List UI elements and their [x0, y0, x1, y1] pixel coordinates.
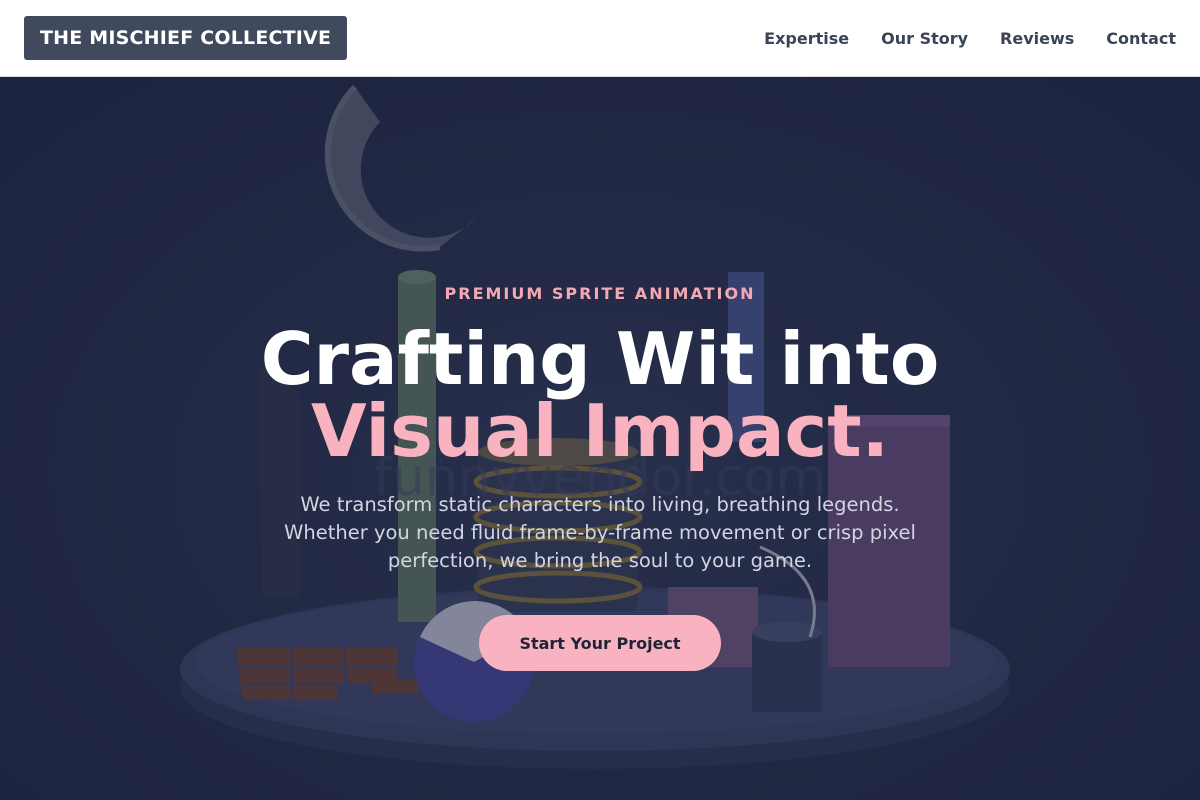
hero-section: funnyvendor.com PREMIUM SPRITE ANIMATION… — [0, 77, 1200, 800]
start-project-button[interactable]: Start Your Project — [479, 615, 721, 671]
main-nav: Expertise Our Story Reviews Contact — [764, 29, 1176, 48]
nav-link-expertise[interactable]: Expertise — [764, 29, 849, 48]
nav-link-our-story[interactable]: Our Story — [881, 29, 968, 48]
hero-eyebrow: PREMIUM SPRITE ANIMATION — [444, 284, 756, 303]
hero-content: PREMIUM SPRITE ANIMATION Crafting Wit in… — [0, 77, 1200, 800]
nav-link-reviews[interactable]: Reviews — [1000, 29, 1074, 48]
nav-link-contact[interactable]: Contact — [1106, 29, 1176, 48]
headline-line-2: Visual Impact. — [311, 389, 889, 473]
hero-headline: Crafting Wit into Visual Impact. — [0, 323, 1200, 467]
site-header: THE MISCHIEF COLLECTIVE Expertise Our St… — [0, 0, 1200, 77]
site-logo[interactable]: THE MISCHIEF COLLECTIVE — [24, 16, 348, 60]
hero-subtitle: We transform static characters into livi… — [284, 493, 916, 572]
